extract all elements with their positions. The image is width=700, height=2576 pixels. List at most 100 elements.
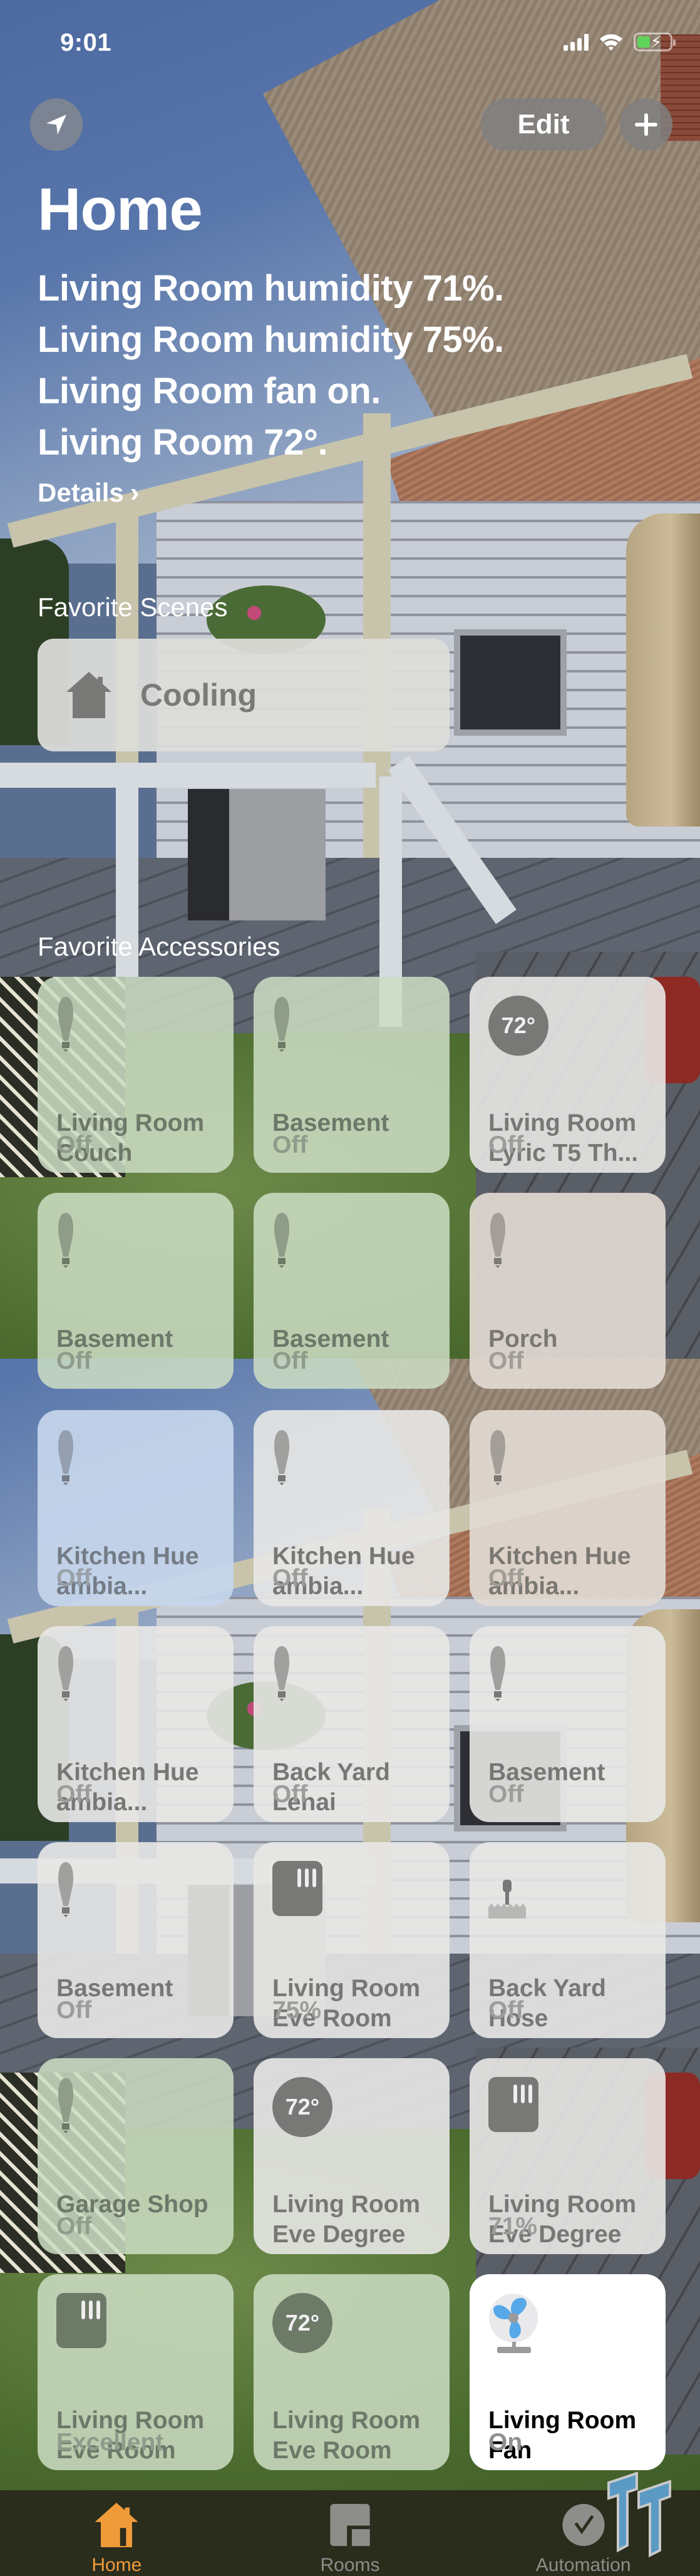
accessory-state: Off	[272, 1565, 308, 1592]
tab-home[interactable]: Home	[0, 2490, 234, 2576]
lightbulb-icon	[488, 1212, 666, 1287]
lightbulb-icon	[272, 1429, 450, 1504]
accessory-tile[interactable]: Basement Off	[254, 977, 450, 1173]
accessory-state: On	[488, 2429, 523, 2456]
humidity-sensor-icon	[272, 1861, 450, 1936]
accessory-tile[interactable]: Porch Off	[470, 1193, 666, 1389]
status-time: 9:01	[60, 29, 112, 56]
summary-line: Living Room fan on.	[38, 371, 381, 411]
air-quality-sensor-icon	[56, 2293, 234, 2368]
accessory-state: Off	[56, 1997, 92, 2024]
lightbulb-icon	[488, 1429, 666, 1504]
lightbulb-icon	[56, 2077, 234, 2152]
lightbulb-icon	[56, 1645, 234, 1720]
accessory-tile[interactable]: Basement Off	[470, 1626, 666, 1822]
accessory-tile[interactable]: Living Room Couch Off	[38, 977, 234, 1173]
accessory-state: Off	[488, 1781, 524, 1808]
accessory-state: Off	[56, 1565, 92, 1592]
accessory-state: 75%	[272, 1997, 322, 2024]
wifi-icon	[600, 34, 622, 51]
accessory-name: Living Room Eve Degree	[272, 2191, 421, 2248]
summary-line: Living Room humidity 75%.	[38, 319, 504, 360]
details-link[interactable]: Details ›	[38, 477, 139, 508]
thermostat-icon: 72°	[272, 2077, 450, 2152]
battery-charging-icon: ⚡	[634, 33, 676, 51]
location-arrow-icon	[46, 115, 66, 135]
fan-icon	[488, 2293, 666, 2368]
cellular-signal-icon	[564, 33, 589, 51]
lightbulb-icon	[56, 1429, 234, 1504]
status-icons: ⚡	[564, 33, 676, 51]
watermark-logo-icon	[607, 2471, 671, 2558]
accessory-state: Off	[56, 1781, 92, 1808]
accessory-tile[interactable]: Kitchen Hue ambia... Off	[38, 1626, 234, 1822]
lightbulb-icon	[488, 1645, 666, 1720]
accessory-state: Off	[488, 1997, 524, 2024]
summary-line: Living Room 72°.	[38, 422, 328, 463]
lightbulb-icon	[272, 1645, 450, 1720]
thermostat-temperature: 72°	[488, 996, 548, 1056]
accessory-tile[interactable]: Kitchen Hue ambia... Off	[254, 1410, 450, 1606]
accessory-state: Off	[56, 2213, 92, 2240]
plus-icon	[635, 113, 657, 136]
accessory-tile[interactable]: Back Yard Hose Off	[470, 1842, 666, 2038]
home-status-summary: Living Room humidity 71%. Living Room hu…	[38, 263, 504, 468]
accessory-tile[interactable]: Living Room Fan On	[470, 2274, 666, 2470]
accessory-state: Off	[488, 1131, 524, 1158]
edit-button[interactable]: Edit	[481, 98, 606, 151]
accessory-tile[interactable]: Basement Off	[38, 1842, 234, 2038]
tab-label: Automation	[535, 2555, 631, 2575]
accessory-tile[interactable]: Garage Shop Off	[38, 2058, 234, 2254]
details-label: Details	[38, 478, 124, 507]
lightbulb-icon	[56, 1861, 234, 1936]
thermostat-temperature: 72°	[272, 2293, 332, 2353]
accessory-state: Off	[56, 1131, 92, 1158]
accessory-tile[interactable]: Living Room Eve Room Excellent	[38, 2274, 234, 2470]
accessory-state: 71%	[488, 2213, 538, 2240]
lightbulb-icon	[272, 996, 450, 1071]
accessory-state: Off	[272, 1131, 308, 1158]
lightbulb-icon	[56, 1212, 234, 1287]
accessory-tile[interactable]: Back Yard Lenai Off	[254, 1626, 450, 1822]
chevron-right-icon: ›	[130, 477, 140, 508]
accessory-tile[interactable]: 72° Living Room Eve Degree	[254, 2058, 450, 2254]
accessory-tile[interactable]: Living Room Eve Room 75%	[254, 1842, 450, 2038]
home-tab-icon	[95, 2503, 138, 2547]
accessory-tile[interactable]: Kitchen Hue ambia... Off	[38, 1410, 234, 1606]
accessory-tile[interactable]: 72° Living Room Lyric T5 Th... Off	[470, 977, 666, 1173]
accessory-tile[interactable]: Basement Off	[38, 1193, 234, 1389]
accessory-state: Off	[272, 1781, 308, 1808]
tab-rooms[interactable]: Rooms	[234, 2490, 467, 2576]
humidity-sensor-icon	[488, 2077, 666, 2152]
thermostat-icon: 72°	[488, 996, 666, 1071]
thermostat-icon: 72°	[272, 2293, 450, 2368]
accessory-tile[interactable]: Basement Off	[254, 1193, 450, 1389]
accessory-state: Off	[272, 1347, 308, 1374]
location-button[interactable]	[30, 98, 83, 151]
accessory-tile[interactable]: 72° Living Room Eve Room	[254, 2274, 450, 2470]
accessory-tile[interactable]: Living Room Eve Degree 71%	[470, 2058, 666, 2254]
favorite-accessories-heading: Favorite Accessories	[38, 932, 281, 961]
tab-label: Rooms	[320, 2555, 380, 2575]
accessory-state: Off	[488, 1565, 524, 1592]
page-title: Home	[38, 176, 203, 243]
tab-bar: Home Rooms Automation	[0, 2490, 700, 2576]
lightbulb-icon	[56, 996, 234, 1071]
tab-label: Home	[91, 2555, 142, 2575]
house-icon	[66, 672, 111, 718]
scene-name: Cooling	[140, 677, 257, 713]
accessory-name: Living Room Eve Room	[272, 2407, 421, 2464]
accessory-tile[interactable]: Kitchen Hue ambia... Off	[470, 1410, 666, 1606]
favorite-scenes-heading: Favorite Scenes	[38, 592, 228, 622]
scene-tile-cooling[interactable]: Cooling	[38, 639, 450, 751]
summary-line: Living Room humidity 71%.	[38, 268, 504, 309]
thermostat-temperature: 72°	[272, 2077, 332, 2137]
accessory-state: Off	[488, 1347, 524, 1374]
accessory-state: Excellent	[56, 2429, 164, 2456]
automation-tab-icon	[562, 2503, 605, 2547]
sprinkler-icon	[488, 1861, 666, 1936]
add-button[interactable]	[620, 98, 672, 151]
rooms-tab-icon	[330, 2503, 370, 2547]
lightbulb-icon	[272, 1212, 450, 1287]
accessory-state: Off	[56, 1347, 92, 1374]
